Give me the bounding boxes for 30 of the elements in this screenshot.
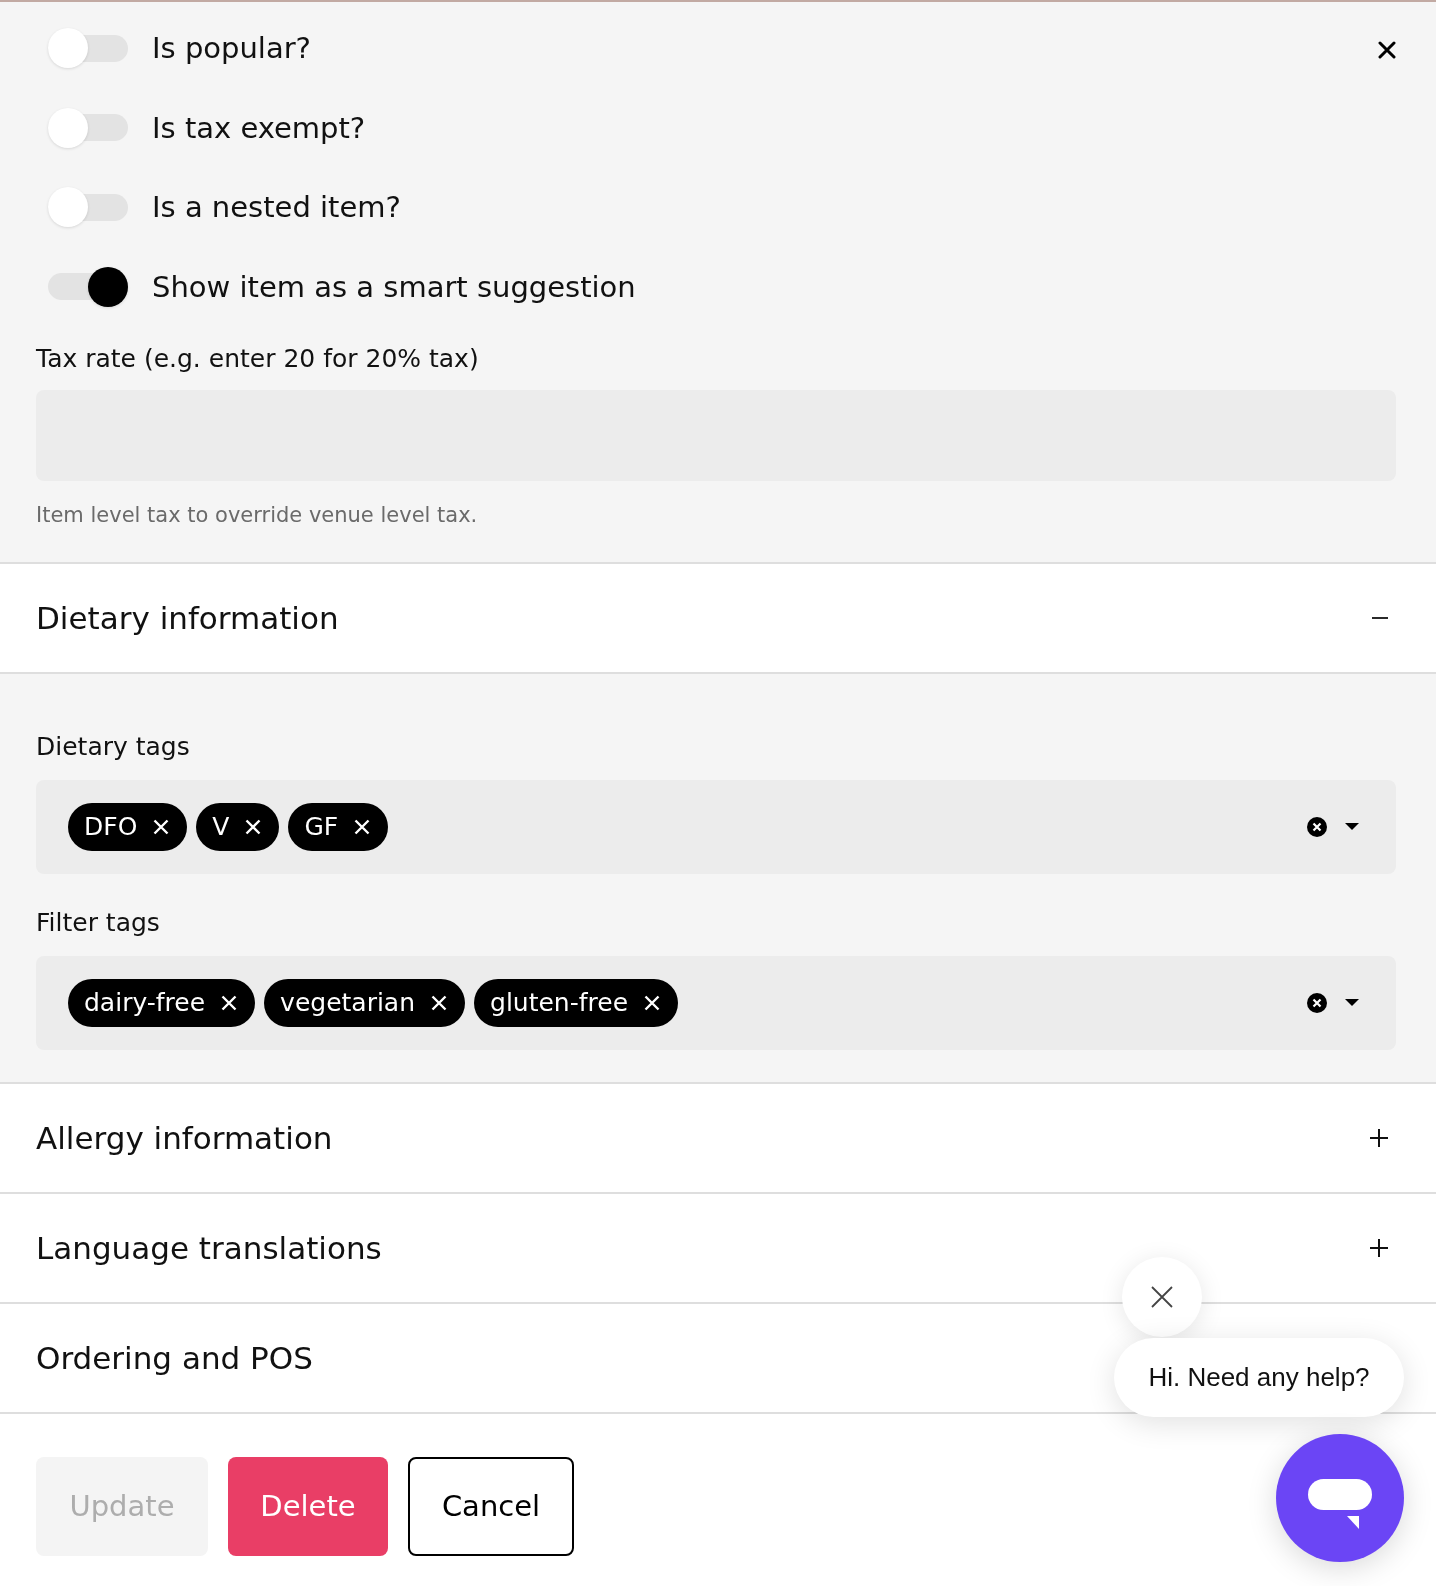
toggle-switch[interactable] <box>48 266 128 307</box>
toggle-label: Is tax exempt? <box>152 109 366 147</box>
toggle-label: Is a nested item? <box>152 189 401 226</box>
toggle-switch[interactable] <box>48 187 128 227</box>
clear-icon[interactable] <box>1307 816 1327 837</box>
clear-icon[interactable] <box>1307 992 1327 1013</box>
tag-label: vegetarian <box>280 987 416 1018</box>
tag-select-field[interactable]: dairy-free vegetarian gluten-free <box>36 955 1396 1050</box>
action-button[interactable]: Cancel <box>408 1456 574 1556</box>
close-icon <box>1151 1286 1173 1308</box>
tag-label: DFO <box>84 811 138 842</box>
close-icon[interactable] <box>1378 41 1396 59</box>
tag-label: V <box>212 811 230 842</box>
tag-label: GF <box>304 811 339 842</box>
action-button[interactable]: Delete <box>228 1456 388 1556</box>
tag-select-field[interactable]: DFO V GF <box>36 779 1396 874</box>
chat-icon <box>1308 1478 1372 1529</box>
field-label: Dietary tags <box>36 730 191 763</box>
help-text: Item level tax to override venue level tax. <box>36 501 479 529</box>
field-label: Filter tags <box>36 906 161 939</box>
field-label: Tax rate (e.g. enter 20 for 20% tax) <box>36 342 480 375</box>
caret-icon[interactable] <box>1345 999 1359 1006</box>
tag-label: dairy-free <box>84 987 206 1018</box>
chat-bubble: Hi. Need any help? <box>1114 1338 1404 1417</box>
toggle-switch[interactable] <box>48 28 128 68</box>
caret-icon[interactable] <box>1345 823 1359 830</box>
toggle-label: Show item as a smart suggestion <box>152 268 636 306</box>
toggle-switch[interactable] <box>48 107 128 148</box>
tag-label: gluten-free <box>490 987 629 1018</box>
toggle-label: Is popular? <box>152 30 311 67</box>
